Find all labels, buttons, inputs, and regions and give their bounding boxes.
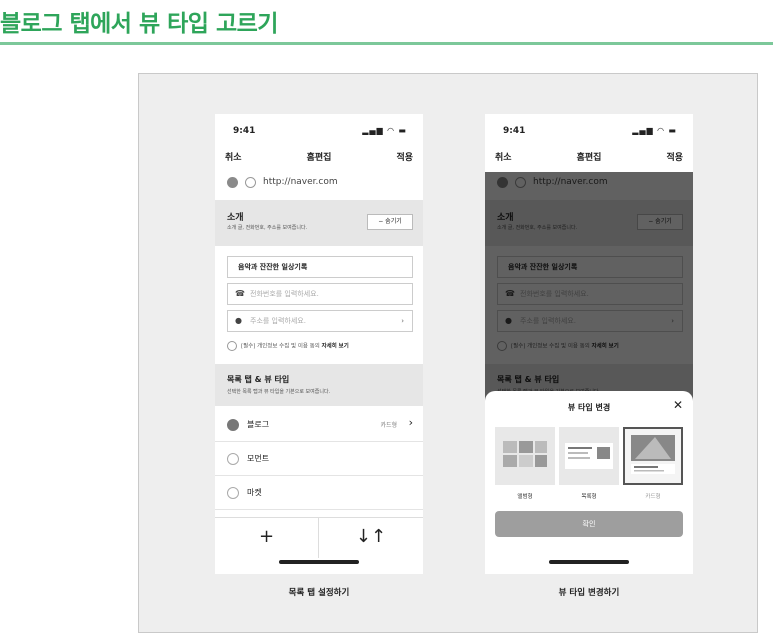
- view-type-label: 카드형: [380, 422, 397, 429]
- list-item-label: 블로그: [247, 420, 270, 429]
- list-item-moment[interactable]: 모먼트: [215, 442, 423, 476]
- location-pin-icon: ●: [235, 316, 242, 325]
- hide-button[interactable]: − 숨기기: [367, 214, 413, 230]
- album-thumbnail-icon: [503, 441, 547, 467]
- address-placeholder: 주소를 입력하세요.: [250, 317, 306, 325]
- intro-desc: 소개 글, 전화번호, 주소를 보여줍니다.: [227, 225, 308, 231]
- address-field[interactable]: ● 주소를 입력하세요. ›: [227, 310, 413, 332]
- status-icons: ▂▄▆ ◠ ▬: [632, 126, 677, 135]
- phone-icon: ☎: [235, 289, 245, 298]
- url-row: http://naver.com: [215, 172, 423, 196]
- intro-section: 소개 소개 글, 전화번호, 주소를 보여줍니다. − 숨기기: [215, 200, 423, 246]
- radio-icon[interactable]: [227, 453, 239, 465]
- card-option-label: 카드형: [645, 494, 661, 500]
- consent-text: [필수] 개인정보 수집 및 이용 동의: [241, 343, 320, 350]
- bottom-toolbar: + ↓↑: [215, 517, 423, 558]
- intro-title: 소개: [227, 213, 244, 223]
- card-view-option[interactable]: [623, 427, 683, 485]
- radio-selected-icon[interactable]: [227, 419, 239, 431]
- nav-title: 홈편집: [576, 153, 602, 163]
- nav-bar: 취소 홈편집 적용: [485, 150, 693, 168]
- list-view-option[interactable]: [559, 427, 619, 485]
- page-title: 블로그 탭에서 뷰 타입 고르기: [0, 11, 278, 37]
- list-item-blog[interactable]: 블로그 카드형 ›: [215, 408, 423, 442]
- phone-screen-view-type: 9:41 ▂▄▆ ◠ ▬ 취소 홈편집 적용 http://naver.com …: [485, 114, 693, 574]
- list-section-title: 목록 탭 & 뷰 타입: [227, 375, 290, 384]
- apply-button[interactable]: 적용: [666, 150, 683, 163]
- profile-icon: [227, 177, 238, 188]
- status-icons: ▂▄▆ ◠ ▬: [362, 126, 407, 135]
- radio-icon[interactable]: [227, 487, 239, 499]
- list-item-label: 모먼트: [247, 454, 270, 463]
- nav-bar: 취소 홈편집 적용: [215, 150, 423, 168]
- list-tab-section: 목록 탭 & 뷰 타입 선택한 목록 탭과 뷰 타입을 기본으로 보여줍니다.: [215, 364, 423, 406]
- sheet-title: 뷰 타입 변경: [567, 403, 611, 412]
- title-underline: [0, 42, 773, 45]
- phone-placeholder: 전화번호를 입력하세요.: [250, 290, 319, 298]
- apply-button[interactable]: 적용: [396, 150, 413, 163]
- list-option-label: 목록형: [581, 494, 597, 500]
- status-time: 9:41: [233, 126, 256, 136]
- sort-button[interactable]: ↓↑: [319, 518, 423, 558]
- phone-screen-list-tab: 9:41 ▂▄▆ ◠ ▬ 취소 홈편집 적용 http://naver.com …: [215, 114, 423, 574]
- consent-row[interactable]: [필수] 개인정보 수집 및 이용 동의 자세히 보기: [227, 341, 349, 351]
- album-view-option[interactable]: [495, 427, 555, 485]
- caption-list-tab: 목록 탭 설정하기: [288, 588, 350, 598]
- confirm-button[interactable]: 확인: [495, 511, 683, 537]
- url-text[interactable]: http://naver.com: [263, 177, 338, 187]
- chevron-right-icon[interactable]: ›: [409, 416, 413, 429]
- globe-icon: [245, 177, 256, 188]
- add-button[interactable]: +: [215, 518, 319, 558]
- home-indicator: [549, 560, 629, 564]
- list-item-label: 마켓: [247, 488, 262, 497]
- nav-title: 홈편집: [306, 153, 332, 163]
- album-option-label: 앨범형: [517, 494, 533, 500]
- list-thumbnail-icon: [565, 443, 613, 469]
- phone-field[interactable]: ☎ 전화번호를 입력하세요.: [227, 283, 413, 305]
- view-type-sheet: 뷰 타입 변경 ✕ 앨범형 목록형 카드형 확인: [485, 391, 693, 574]
- blog-name-field[interactable]: 음악과 잔잔한 일상기록: [227, 256, 413, 278]
- consent-checkbox[interactable]: [227, 341, 237, 351]
- figure-panel: 9:41 ▂▄▆ ◠ ▬ 취소 홈편집 적용 http://naver.com …: [138, 73, 758, 633]
- status-bar: 9:41 ▂▄▆ ◠ ▬: [485, 126, 693, 138]
- home-indicator: [279, 560, 359, 564]
- list-item-market[interactable]: 마켓: [215, 476, 423, 510]
- consent-detail-link[interactable]: 자세히 보기: [322, 344, 349, 350]
- status-bar: 9:41 ▂▄▆ ◠ ▬: [215, 126, 423, 138]
- status-time: 9:41: [503, 126, 526, 136]
- chevron-right-icon: ›: [401, 317, 404, 325]
- caption-view-type: 뷰 타입 변경하기: [558, 588, 620, 598]
- card-thumbnail-icon: [631, 435, 675, 474]
- close-icon[interactable]: ✕: [673, 398, 683, 412]
- list-section-desc: 선택한 목록 탭과 뷰 타입을 기본으로 보여줍니다.: [227, 389, 331, 395]
